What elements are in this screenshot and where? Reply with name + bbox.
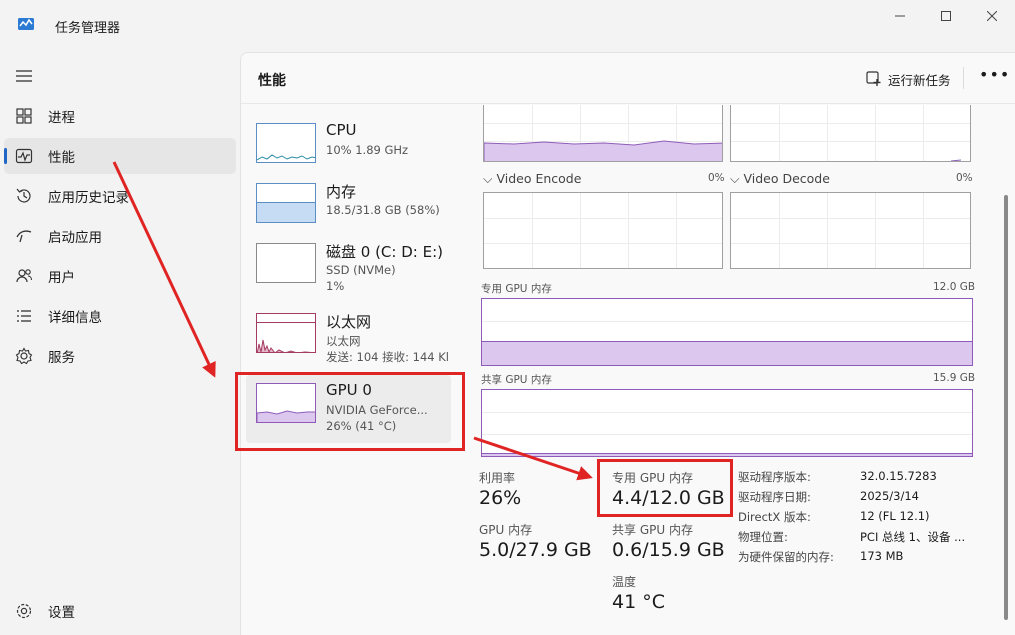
close-icon — [987, 11, 997, 21]
history-icon — [16, 188, 31, 203]
reserved-memory-key: 为硬件保留的内存: — [738, 550, 834, 564]
startup-icon — [16, 230, 32, 243]
dedicated-memory-graph-label: 专用 GPU 内存 — [481, 283, 552, 295]
disk-thumbnail-graph — [256, 243, 316, 283]
task-manager-icon — [18, 18, 34, 30]
video-encode-label: ⌵ Video Encode — [483, 171, 582, 186]
sidebar-item-label: 性能 — [48, 150, 75, 166]
header-divider — [963, 67, 964, 89]
hamburger-menu-icon[interactable] — [14, 66, 34, 86]
device-memory[interactable]: 内存 18.5/31.8 GB (58%) — [246, 175, 451, 243]
performance-icon — [15, 148, 33, 164]
physical-location-key: 物理位置: — [738, 530, 788, 544]
window-title: 任务管理器 — [55, 21, 121, 36]
device-detail: SSD (NVMe) — [326, 263, 396, 277]
shared-memory-graph — [481, 389, 973, 457]
page-title: 性能 — [258, 73, 286, 89]
settings-gear-icon — [16, 603, 32, 619]
sidebar-item-label: 启动应用 — [48, 230, 102, 246]
directx-version-key: DirectX 版本: — [738, 510, 811, 524]
sidebar-item-services[interactable]: 服务 — [4, 338, 236, 374]
video-decode-label: ⌵ Video Decode — [730, 171, 830, 186]
utilization-value: 26% — [479, 487, 522, 509]
device-detail-2: 发送: 104 接收: 144 Kl — [326, 350, 450, 364]
video-decode-graph — [730, 192, 971, 269]
close-button[interactable] — [969, 4, 1015, 28]
gpu-highlight-box — [235, 372, 465, 451]
dedicated-memory-max: 12.0 GB — [933, 281, 976, 293]
active-indicator — [4, 148, 7, 164]
physical-location-value: PCI 总线 1、设备 ... — [860, 530, 966, 544]
users-icon — [16, 269, 33, 283]
sidebar-item-label: 设置 — [48, 605, 75, 621]
video-encode-value: 0% — [708, 172, 725, 184]
device-name: 以太网 — [326, 313, 372, 331]
sidebar-item-performance[interactable]: 性能 — [4, 138, 236, 174]
device-cpu[interactable]: CPU 10% 1.89 GHz — [246, 115, 451, 183]
run-new-task-button[interactable]: 运行新任务 — [866, 69, 951, 89]
minimize-icon — [895, 15, 905, 17]
device-name: 内存 — [326, 183, 357, 201]
memory-thumbnail-graph — [256, 183, 316, 223]
dedicated-memory-highlight-box — [597, 459, 733, 517]
gpu-copy-graph — [730, 105, 971, 162]
sidebar-item-label: 进程 — [48, 110, 75, 126]
device-detail: 10% 1.89 GHz — [326, 143, 409, 157]
ethernet-thumbnail-graph — [256, 313, 316, 353]
device-disk[interactable]: 磁盘 0 (C: D: E:) SSD (NVMe) 1% — [246, 235, 451, 303]
device-name: CPU — [326, 121, 357, 139]
minimize-button[interactable] — [877, 4, 923, 28]
gpu-memory-value: 5.0/27.9 GB — [479, 539, 592, 561]
more-icon: ••• — [979, 65, 1011, 84]
temperature-value: 41 °C — [612, 591, 665, 613]
title-bar: 任务管理器 — [0, 0, 1015, 52]
shared-memory-value: 0.6/15.9 GB — [612, 539, 725, 561]
maximize-icon — [941, 11, 951, 21]
gpu-memory-label: GPU 内存 — [479, 523, 533, 537]
sidebar-item-app-history[interactable]: 应用历史记录 — [4, 178, 236, 214]
dedicated-memory-graph — [481, 298, 973, 366]
main-panel: 性能 运行新任务 ••• CPU 10% 1.89 GHz 内存 18.5/31… — [240, 52, 1015, 635]
reserved-memory-value: 173 MB — [860, 549, 904, 563]
gpu-3d-graph — [483, 105, 723, 162]
details-icon — [17, 310, 31, 322]
sidebar-item-settings[interactable]: 设置 — [4, 593, 236, 629]
device-detail: 以太网 — [326, 334, 361, 348]
video-decode-value: 0% — [956, 172, 973, 184]
new-task-icon — [866, 71, 881, 86]
sidebar-item-users[interactable]: 用户 — [4, 258, 236, 294]
device-detail: 18.5/31.8 GB (58%) — [326, 203, 440, 217]
driver-date-key: 驱动程序日期: — [738, 490, 811, 504]
driver-version-value: 32.0.15.7283 — [860, 469, 937, 483]
sidebar-item-details[interactable]: 详细信息 — [4, 298, 236, 334]
maximize-button[interactable] — [923, 4, 969, 28]
device-ethernet[interactable]: 以太网 以太网 发送: 104 接收: 144 Kl — [246, 305, 451, 373]
run-new-task-label: 运行新任务 — [888, 72, 951, 88]
sidebar-item-label: 服务 — [48, 350, 75, 366]
driver-version-key: 驱动程序版本: — [738, 470, 811, 484]
directx-version-value: 12 (FL 12.1) — [860, 509, 930, 523]
sidebar-item-startup-apps[interactable]: 启动应用 — [4, 218, 236, 254]
device-detail-2: 1% — [326, 279, 345, 293]
sidebar-item-label: 应用历史记录 — [48, 190, 129, 206]
device-name: 磁盘 0 (C: D: E:) — [326, 243, 443, 261]
temperature-label: 温度 — [612, 575, 637, 589]
cpu-thumbnail-graph — [256, 123, 316, 163]
services-icon — [15, 347, 33, 365]
shared-memory-graph-label: 共享 GPU 内存 — [481, 374, 552, 386]
utilization-label: 利用率 — [479, 471, 516, 485]
scrollbar[interactable] — [1004, 195, 1008, 620]
sidebar-item-processes[interactable]: 进程 — [4, 98, 236, 134]
sidebar-item-label: 详细信息 — [48, 310, 102, 326]
shared-memory-max: 15.9 GB — [933, 372, 976, 384]
shared-memory-label: 共享 GPU 内存 — [612, 523, 693, 537]
sidebar-item-label: 用户 — [48, 270, 75, 286]
more-options-button[interactable]: ••• — [979, 65, 1010, 84]
processes-icon — [16, 108, 32, 124]
video-encode-graph — [483, 192, 723, 269]
driver-date-value: 2025/3/14 — [860, 489, 919, 503]
header-divider-line — [241, 103, 1015, 104]
